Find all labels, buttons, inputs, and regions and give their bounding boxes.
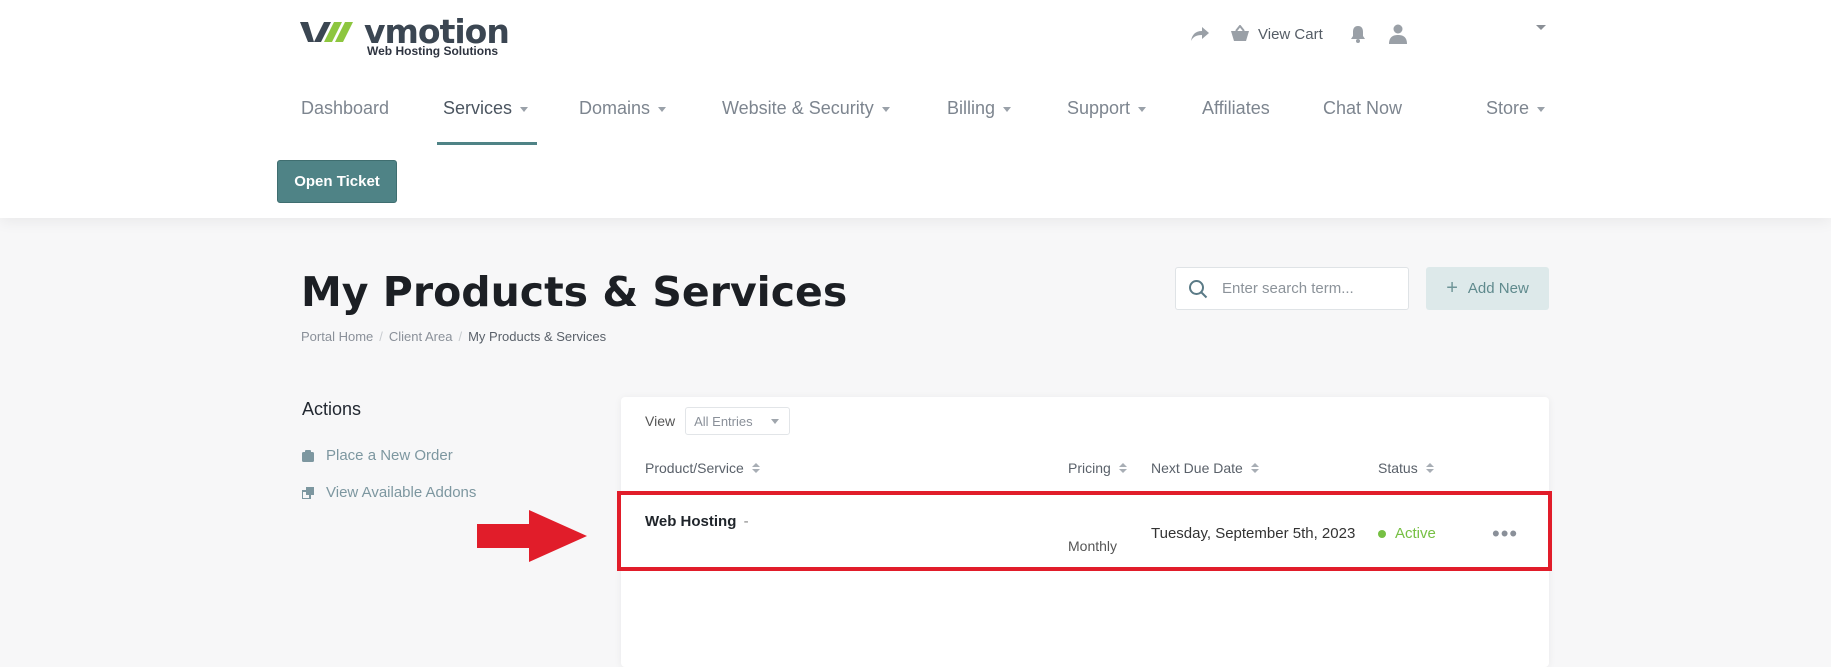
nav-label: Billing (947, 97, 996, 118)
nav-label: Affiliates (1202, 97, 1270, 118)
nav-label: Services (443, 97, 513, 118)
breadcrumb-current: My Products & Services (468, 329, 607, 344)
nav-website-security[interactable]: Website & Security (722, 96, 890, 120)
header-label: Pricing (1068, 460, 1111, 476)
search-placeholder: Enter search term... (1222, 280, 1354, 297)
view-cart-label: View Cart (1258, 25, 1323, 43)
nav-label: Store (1486, 97, 1530, 118)
chevron-down-icon (520, 106, 529, 112)
header-label: Status (1378, 460, 1418, 476)
user-icon[interactable] (1388, 24, 1407, 44)
nav-label: Website & Security (722, 97, 874, 118)
action-label: View Available Addons (326, 484, 477, 501)
view-cart-link[interactable]: View Cart (1230, 25, 1323, 43)
bell-icon[interactable] (1349, 25, 1367, 43)
breadcrumb-separator: / (458, 329, 463, 344)
actions-heading: Actions (302, 399, 362, 419)
top-utility-bar: View Cart (1190, 22, 1407, 46)
nav-dashboard[interactable]: Dashboard (301, 96, 389, 120)
plus-icon: + (1446, 277, 1458, 299)
nav-billing[interactable]: Billing (947, 96, 1012, 120)
chevron-down-icon (771, 419, 780, 424)
nav-domains[interactable]: Domains (579, 96, 667, 120)
highlight-box (617, 491, 1552, 571)
nav-support[interactable]: Support (1067, 96, 1147, 120)
chevron-down-icon (881, 106, 890, 112)
add-new-label: Add New (1467, 280, 1529, 297)
view-available-addons-link[interactable]: View Available Addons (302, 484, 476, 501)
open-ticket-button[interactable]: Open Ticket (277, 160, 397, 203)
sort-icon (1118, 463, 1127, 473)
vmotion-logo[interactable]: vmotion Web Hosting Solutions (300, 12, 510, 58)
header-next-due-date[interactable]: Next Due Date (1151, 460, 1259, 476)
breadcrumb-client-area[interactable]: Client Area (389, 329, 453, 344)
view-select-value: All Entries (694, 413, 753, 429)
chevron-down-icon (1003, 106, 1012, 112)
red-arrow-icon (477, 510, 587, 562)
search-icon (1188, 279, 1208, 299)
search-input[interactable]: Enter search term... (1175, 267, 1409, 310)
nav-affiliates[interactable]: Affiliates (1202, 96, 1270, 120)
breadcrumb: Portal Home / Client Area / My Products … (301, 329, 606, 344)
shopping-bag-icon (302, 449, 314, 462)
addons-icon (302, 486, 314, 499)
nav-label: Support (1067, 97, 1131, 118)
chevron-down-icon (1537, 106, 1546, 112)
main-nav: Dashboard Services Domains Website & Sec… (0, 96, 1831, 146)
add-new-button[interactable]: + Add New (1426, 267, 1549, 310)
header-label: Product/Service (645, 460, 744, 476)
logo-tagline: Web Hosting Solutions (367, 44, 499, 58)
sort-icon (1250, 463, 1259, 473)
nav-label: Domains (579, 97, 651, 118)
breadcrumb-portal-home[interactable]: Portal Home (301, 329, 373, 344)
view-filter: View All Entries (645, 407, 791, 435)
view-label: View (645, 413, 676, 429)
header-label: Next Due Date (1151, 460, 1243, 476)
sort-icon (751, 463, 760, 473)
sort-icon (1425, 463, 1434, 473)
nav-services[interactable]: Services (443, 96, 529, 120)
page-title: My Products & Services (301, 268, 848, 316)
header-status[interactable]: Status (1378, 460, 1434, 476)
logo-mark-icon (300, 22, 353, 42)
breadcrumb-separator: / (379, 329, 383, 344)
basket-icon (1230, 25, 1250, 43)
share-arrow-icon[interactable] (1190, 26, 1210, 42)
chevron-down-icon (658, 106, 667, 112)
user-menu-chevron-down-icon[interactable] (1536, 25, 1546, 30)
nav-label: Chat Now (1323, 97, 1403, 118)
site-header: vmotion Web Hosting Solutions View Cart … (0, 0, 1831, 218)
place-new-order-link[interactable]: Place a New Order (302, 447, 453, 464)
header-product-service[interactable]: Product/Service (645, 460, 760, 476)
nav-label: Dashboard (301, 97, 390, 118)
view-select[interactable]: All Entries (685, 407, 791, 435)
action-label: Place a New Order (326, 447, 453, 464)
nav-active-indicator (437, 142, 537, 145)
nav-chat-now[interactable]: Chat Now (1323, 96, 1402, 120)
nav-store[interactable]: Store (1486, 96, 1546, 120)
chevron-down-icon (1138, 106, 1147, 112)
header-pricing[interactable]: Pricing (1068, 460, 1127, 476)
